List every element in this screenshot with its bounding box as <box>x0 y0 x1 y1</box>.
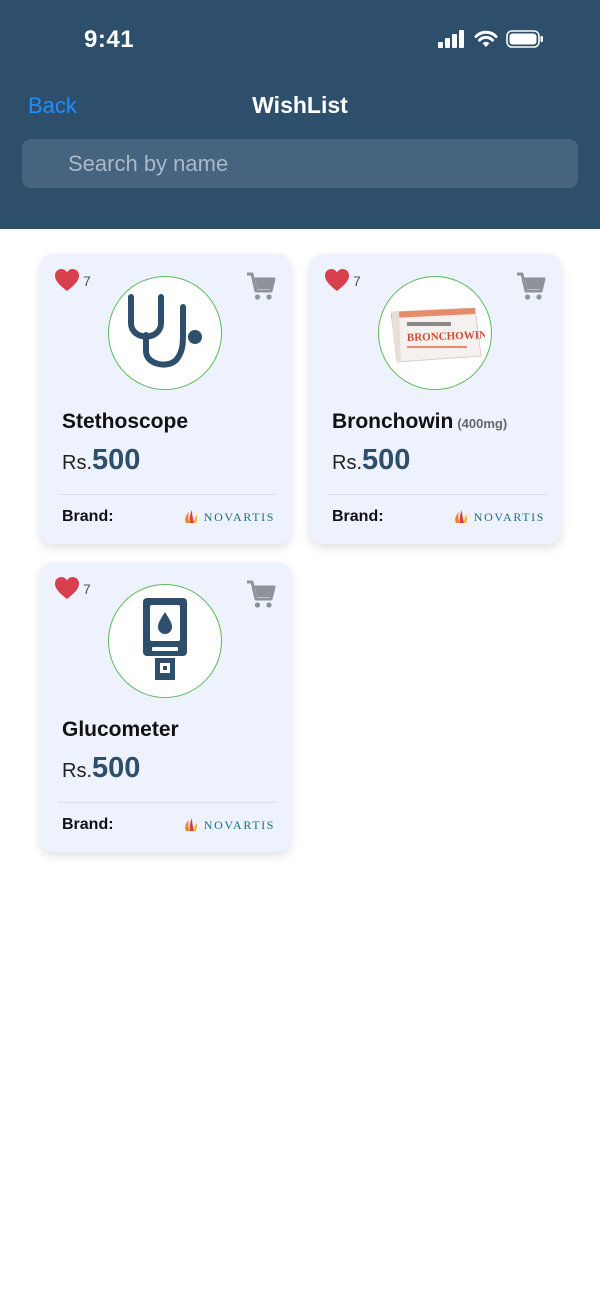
heart-icon[interactable] <box>324 268 350 292</box>
product-image <box>108 584 222 698</box>
signal-icon <box>438 30 464 48</box>
brand-name: NOVARTIS <box>203 817 275 832</box>
battery-icon <box>506 30 543 48</box>
product-card[interactable]: 7 Glucometer Rs.500 Brand: NOVARTIS <box>40 562 291 852</box>
brand-logo: NOVARTIS <box>453 509 545 525</box>
brand-label: Brand: <box>332 508 384 525</box>
product-image: BRONCHOWIN <box>378 276 492 390</box>
cart-icon[interactable] <box>515 270 547 302</box>
product-name-text: Glucometer <box>62 718 179 741</box>
brand-label: Brand: <box>62 508 114 525</box>
product-name: Stethoscope <box>62 410 188 434</box>
product-name: Bronchowin (400mg) <box>332 410 507 434</box>
price-amount: 500 <box>92 444 141 476</box>
status-icons <box>438 30 544 48</box>
product-card[interactable]: 7 Stethoscope Rs.500 Brand: NOVARTIS <box>40 254 291 544</box>
page-title: WishList <box>252 92 348 118</box>
divider <box>58 494 277 495</box>
like-count: 7 <box>83 581 91 597</box>
brand-label: Brand: <box>62 816 114 833</box>
product-card[interactable]: 7 BRONCHOWIN Bronchowin (400mg) Rs.500 Br… <box>310 254 561 544</box>
currency-label: Rs. <box>62 452 92 474</box>
price-amount: 500 <box>362 444 411 476</box>
price-amount: 500 <box>92 752 141 784</box>
product-name-text: Stethoscope <box>62 410 189 433</box>
product-image <box>108 276 222 390</box>
product-dosage: (400mg) <box>457 416 508 431</box>
cart-icon[interactable] <box>245 578 277 610</box>
brand-name: NOVARTIS <box>473 509 545 524</box>
product-price: Rs.500 <box>332 444 410 477</box>
product-price: Rs.500 <box>62 752 140 785</box>
novartis-flame-icon <box>184 510 197 523</box>
brand-name: NOVARTIS <box>203 509 275 524</box>
header: 9:41 Back WishList <box>0 0 600 229</box>
currency-label: Rs. <box>332 452 362 474</box>
currency-label: Rs. <box>62 760 92 782</box>
search-input[interactable] <box>22 139 578 188</box>
medicine-box-image: BRONCHOWIN <box>390 307 485 363</box>
brand-logo: NOVARTIS <box>183 817 275 833</box>
novartis-flame-icon <box>184 818 197 831</box>
product-price: Rs.500 <box>62 444 140 477</box>
like-count: 7 <box>83 273 91 289</box>
novartis-flame-icon <box>454 510 467 523</box>
brand-logo: NOVARTIS <box>183 509 275 525</box>
heart-icon[interactable] <box>54 576 80 600</box>
wifi-icon <box>474 30 498 47</box>
divider <box>328 494 547 495</box>
like-count: 7 <box>353 273 361 289</box>
heart-icon[interactable] <box>54 268 80 292</box>
glucometer-icon <box>143 598 187 680</box>
divider <box>58 802 277 803</box>
product-name: Glucometer <box>62 718 179 742</box>
product-name-text: Bronchowin <box>332 410 454 433</box>
cart-icon[interactable] <box>245 270 277 302</box>
status-time: 9:41 <box>84 26 135 53</box>
stethoscope-icon <box>128 294 202 368</box>
